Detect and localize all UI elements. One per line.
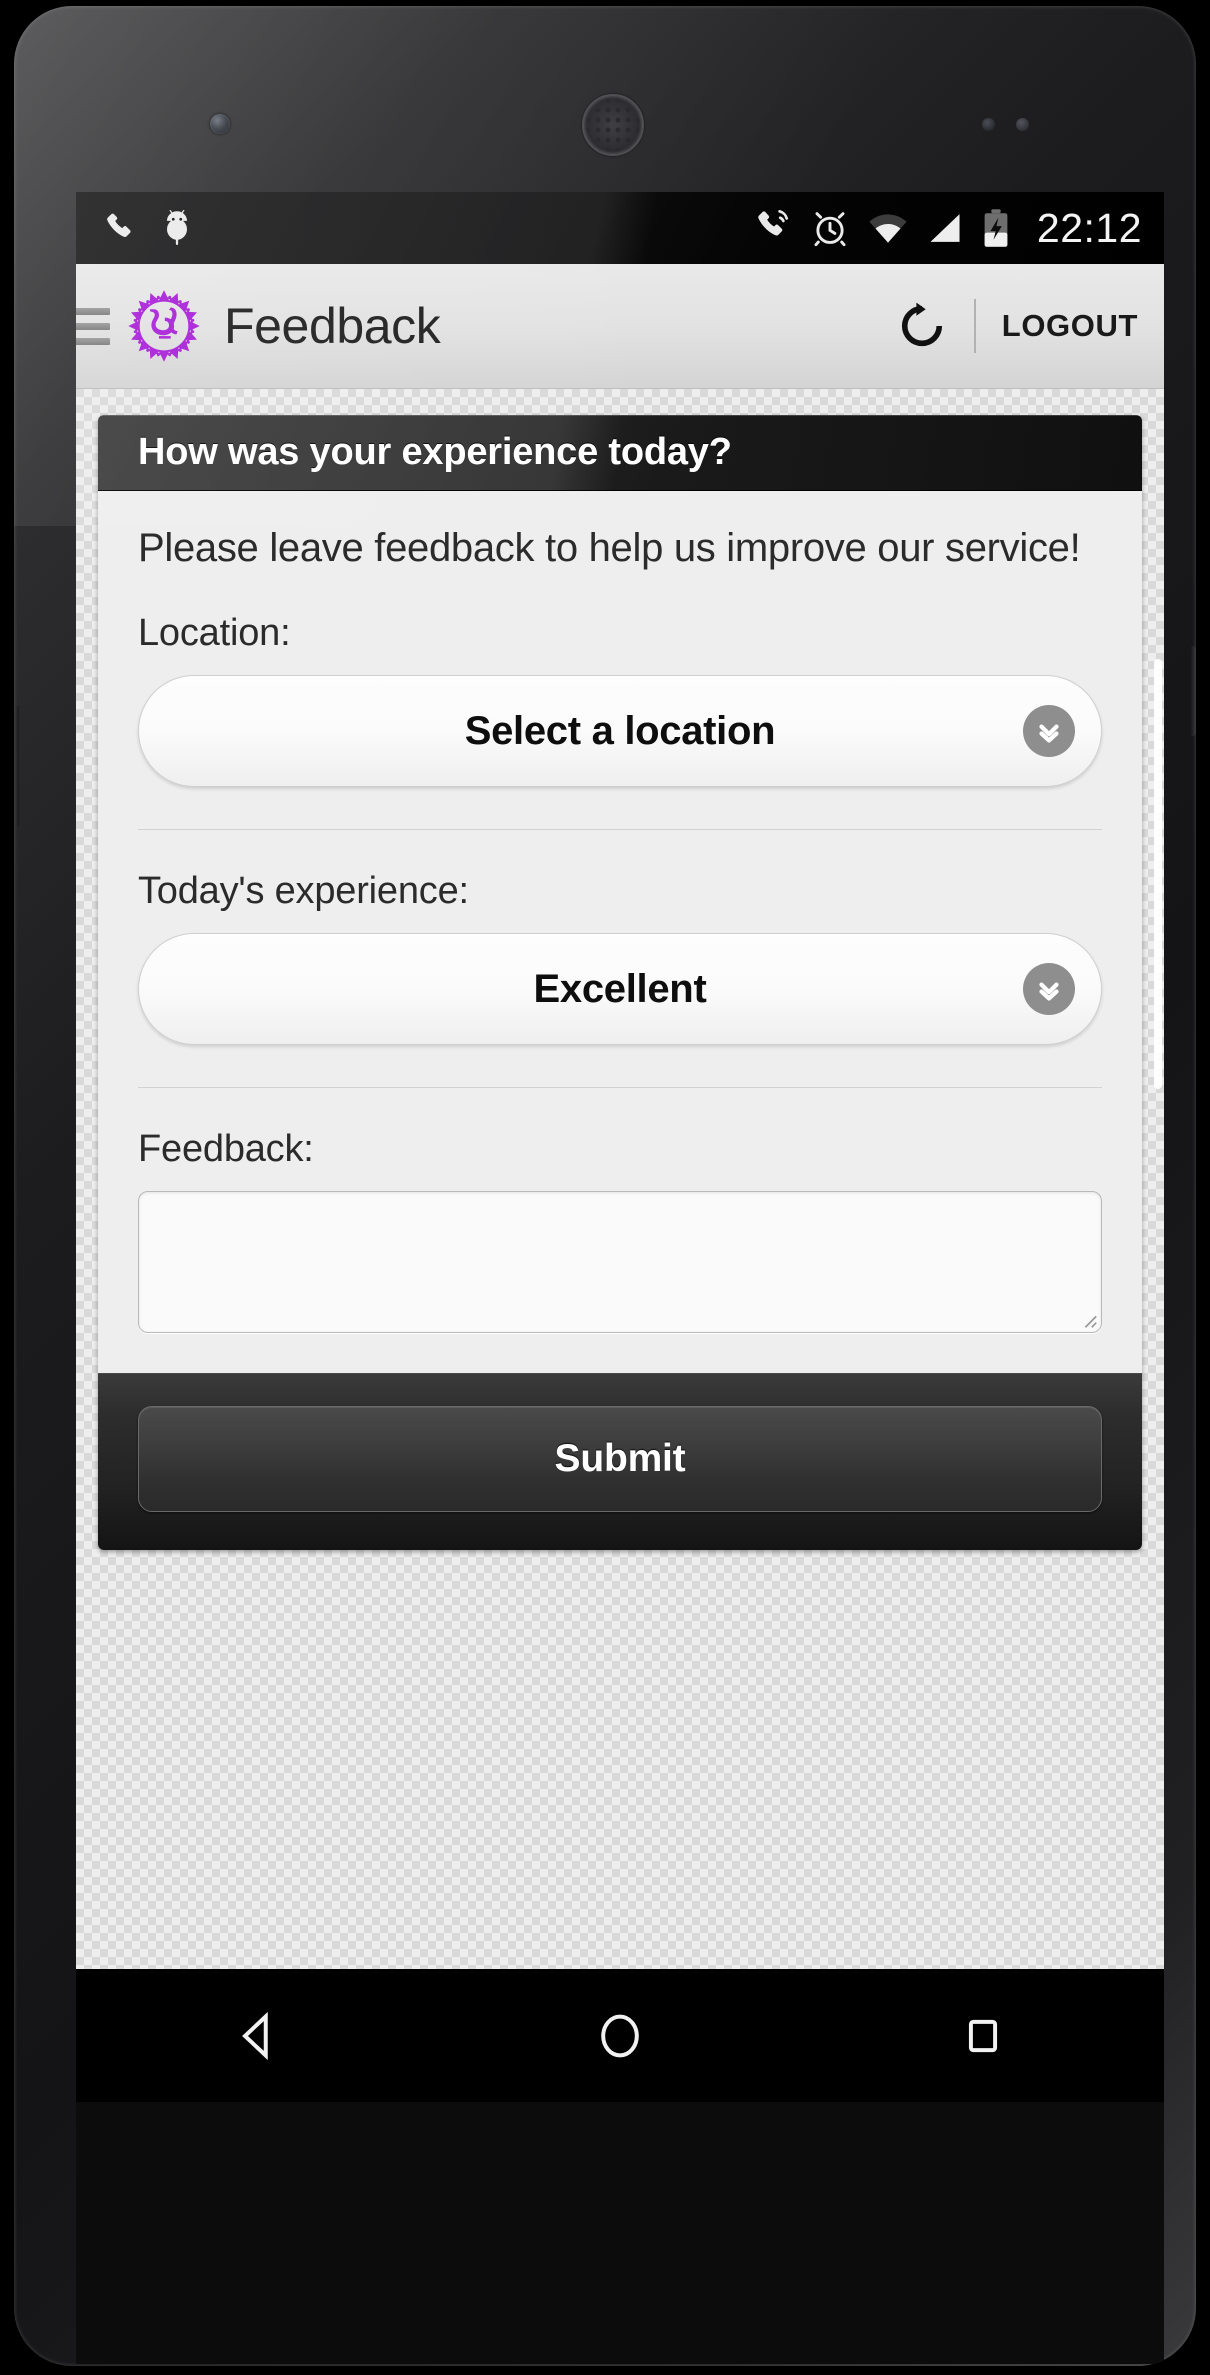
- nav-back-button[interactable]: [76, 2006, 439, 2066]
- status-bar-right-icons: 22:12: [754, 205, 1142, 252]
- feedback-textarea-wrapper[interactable]: [138, 1191, 1102, 1334]
- proximity-sensor-icon: [982, 118, 995, 131]
- content-scrollbar[interactable]: [1154, 659, 1162, 1089]
- power-button[interactable]: [1191, 646, 1196, 736]
- card-body: Please leave feedback to help us improve…: [98, 491, 1142, 1374]
- status-bar-left-icons: [102, 210, 192, 246]
- logout-button[interactable]: LOGOUT: [980, 264, 1164, 388]
- feedback-input[interactable]: [139, 1192, 1101, 1333]
- nav-home-button[interactable]: [439, 2008, 802, 2064]
- submit-button-label: Submit: [554, 1437, 686, 1481]
- nav-recents-button[interactable]: [801, 2011, 1164, 2061]
- speaker-grill-icon: [582, 94, 644, 156]
- mandala-logo-icon: [128, 290, 200, 362]
- card-header-title: How was your experience today?: [138, 431, 732, 473]
- chevron-down-icon: [1023, 705, 1075, 758]
- status-bar-clock: 22:12: [1036, 204, 1142, 251]
- android-bug-icon: [167, 210, 187, 245]
- phone-chin: [76, 2102, 1164, 2364]
- battery-charging-icon: [984, 209, 1008, 247]
- divider: [973, 299, 976, 353]
- card-footer: Submit: [98, 1373, 1142, 1551]
- android-nav-bar: [76, 1969, 1164, 2102]
- light-sensor-icon: [1016, 118, 1029, 131]
- camera-icon: [210, 114, 230, 134]
- wifi-icon: [869, 214, 907, 243]
- app-bar: Feedback LOGOUT: [76, 264, 1164, 389]
- location-select[interactable]: Select a location: [138, 675, 1102, 788]
- recents-square-icon: [968, 2019, 997, 2052]
- feedback-label: Feedback:: [138, 1128, 314, 1171]
- submit-button[interactable]: Submit: [138, 1406, 1102, 1513]
- divider: [138, 829, 1102, 831]
- app-bar-actions: LOGOUT: [874, 264, 1164, 388]
- page-content: How was your experience today? Please le…: [76, 389, 1164, 1969]
- chevron-down-icon: [1023, 963, 1075, 1016]
- feedback-card: How was your experience today? Please le…: [98, 415, 1142, 1551]
- experience-select[interactable]: Excellent: [138, 933, 1102, 1046]
- experience-label: Today's experience:: [138, 870, 469, 913]
- alarm-clock-icon: [814, 212, 846, 247]
- phone-handset-icon: [107, 213, 131, 238]
- refresh-button[interactable]: [874, 264, 970, 388]
- phone-device-frame: 22:12 Feedback LOGOUT How was your exper…: [14, 6, 1196, 2366]
- intro-text: Please leave feedback to help us improve…: [138, 526, 1081, 570]
- location-label: Location:: [138, 612, 291, 655]
- divider: [138, 1087, 1102, 1089]
- back-triangle-icon: [242, 2011, 269, 2060]
- phone-ringing-icon: [758, 210, 788, 236]
- experience-select-value: Excellent: [533, 966, 707, 1011]
- phone-screen: 22:12 Feedback LOGOUT How was your exper…: [76, 192, 1164, 2102]
- cellular-signal-icon: [930, 214, 960, 242]
- location-select-value: Select a location: [464, 708, 776, 753]
- page-title: Feedback: [224, 298, 441, 354]
- card-header: How was your experience today?: [98, 415, 1142, 491]
- hamburger-menu-icon[interactable]: [76, 307, 112, 345]
- volume-button[interactable]: [14, 706, 19, 826]
- status-bar: 22:12: [76, 192, 1164, 264]
- refresh-icon: [901, 302, 942, 347]
- home-circle-icon: [601, 2014, 639, 2057]
